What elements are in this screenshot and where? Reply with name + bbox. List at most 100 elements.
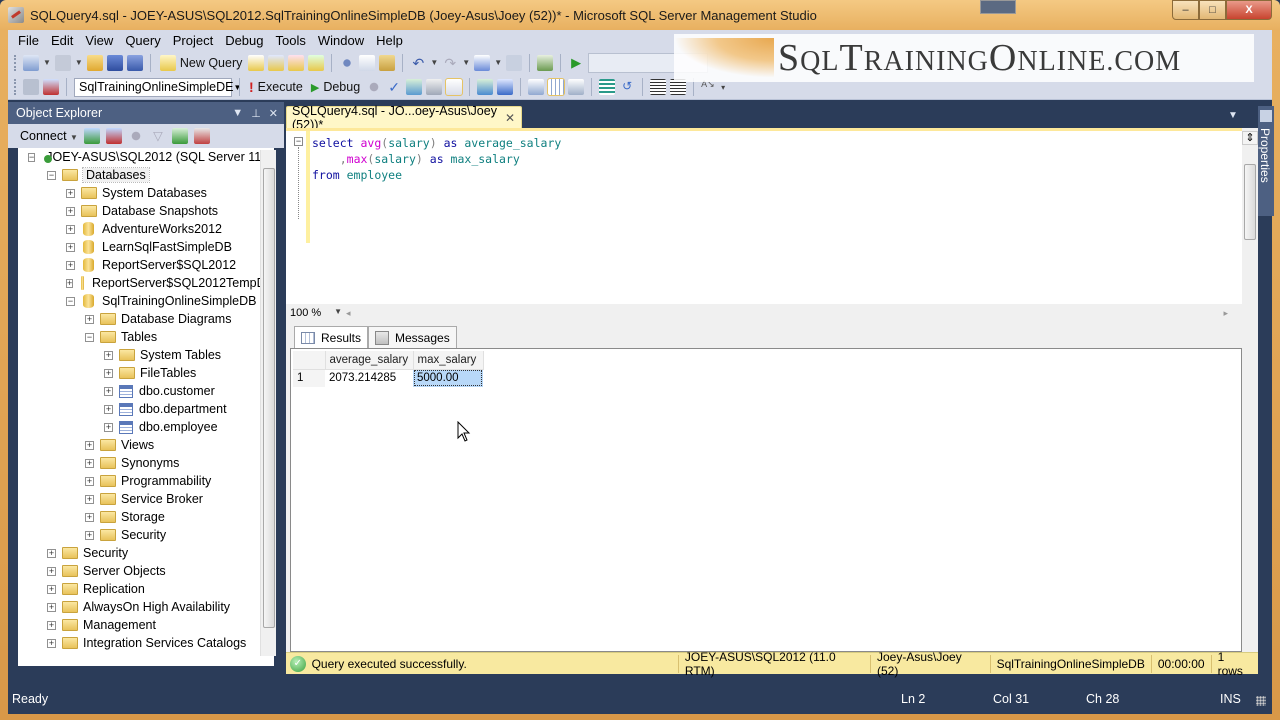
- query-designer-icon[interactable]: [426, 79, 443, 95]
- resize-grip-icon[interactable]: [1256, 696, 1266, 706]
- xmla-query-icon[interactable]: [308, 54, 325, 71]
- expand-icon[interactable]: +: [47, 584, 56, 594]
- menu-project[interactable]: Project: [167, 33, 219, 48]
- expand-icon[interactable]: +: [66, 260, 75, 270]
- new-query-button[interactable]: New Query: [158, 54, 245, 71]
- tree-vertical-scrollbar[interactable]: [260, 150, 276, 656]
- disconnect-icon[interactable]: [43, 79, 59, 95]
- tree-node[interactable]: + Integration Services Catalogs: [18, 634, 274, 652]
- row-number[interactable]: 1: [293, 369, 325, 387]
- new-project-icon[interactable]: [23, 54, 39, 71]
- tree-node[interactable]: + Security: [18, 526, 274, 544]
- chevron-down-icon[interactable]: ▼: [462, 58, 470, 67]
- expand-icon[interactable]: +: [66, 224, 75, 234]
- navigate-forward-icon[interactable]: [506, 54, 523, 71]
- toolbar-grip[interactable]: [14, 54, 17, 71]
- expand-icon[interactable]: +: [104, 404, 113, 414]
- save-icon[interactable]: [106, 54, 123, 71]
- start-debug-icon[interactable]: ▶: [568, 55, 584, 71]
- tree-node[interactable]: + Programmability: [18, 472, 274, 490]
- grid-cell[interactable]: 5000.00: [413, 369, 483, 387]
- collapse-icon[interactable]: −: [85, 332, 94, 342]
- expand-icon[interactable]: +: [104, 422, 113, 432]
- expand-icon[interactable]: +: [104, 350, 113, 360]
- column-header[interactable]: max_salary: [413, 351, 484, 370]
- menu-window[interactable]: Window: [312, 33, 370, 48]
- tree-node[interactable]: + ReportServer$SQL2012TempDB: [18, 274, 274, 292]
- activity-monitor-icon[interactable]: [537, 54, 554, 71]
- expand-icon[interactable]: +: [85, 530, 94, 540]
- copy-icon[interactable]: [359, 54, 376, 71]
- minimize-button[interactable]: –: [1172, 0, 1199, 20]
- expand-icon[interactable]: +: [47, 548, 56, 558]
- scrollbar-thumb[interactable]: [263, 168, 275, 628]
- maximize-button[interactable]: □: [1199, 0, 1226, 20]
- paste-icon[interactable]: [379, 54, 396, 71]
- expand-icon[interactable]: +: [85, 458, 94, 468]
- mdx-query-icon[interactable]: [268, 54, 285, 71]
- tree-node[interactable]: + System Tables: [18, 346, 274, 364]
- scrollbar-thumb[interactable]: [1244, 164, 1256, 240]
- menu-help[interactable]: Help: [370, 33, 409, 48]
- expand-icon[interactable]: +: [47, 602, 56, 612]
- connect-dropdown-button[interactable]: Connect ▼: [20, 129, 78, 143]
- tree-node[interactable]: + Database Diagrams: [18, 310, 274, 328]
- expand-icon[interactable]: +: [85, 440, 94, 450]
- document-tab-sqlquery4[interactable]: SQLQuery4.sql - JO...oey-Asus\Joey (52))…: [286, 104, 522, 132]
- tree-node[interactable]: − Databases: [18, 166, 274, 184]
- tree-node[interactable]: + Management: [18, 616, 274, 634]
- tree-node[interactable]: + Storage: [18, 508, 274, 526]
- filter-icon[interactable]: ▽: [150, 128, 166, 144]
- tree-node[interactable]: + dbo.employee: [18, 418, 274, 436]
- tree-node[interactable]: − JOEY-ASUS\SQL2012 (SQL Server 11.0.2: [18, 148, 274, 166]
- refresh-icon[interactable]: [171, 128, 188, 144]
- tree-node[interactable]: + ReportServer$SQL2012: [18, 256, 274, 274]
- tree-node[interactable]: + Replication: [18, 580, 274, 598]
- expand-icon[interactable]: +: [85, 476, 94, 486]
- chevron-down-icon[interactable]: ▼: [75, 58, 83, 67]
- tree-node[interactable]: + FileTables: [18, 364, 274, 382]
- menu-edit[interactable]: Edit: [45, 33, 79, 48]
- menu-query[interactable]: Query: [119, 33, 166, 48]
- execute-button[interactable]: ! Execute: [247, 79, 305, 95]
- grid-cell[interactable]: 2073.214285: [325, 369, 413, 387]
- tree-node[interactable]: + AdventureWorks2012: [18, 220, 274, 238]
- tree-node[interactable]: + System Databases: [18, 184, 274, 202]
- close-icon[interactable]: ✕: [269, 107, 278, 120]
- disconnect-icon[interactable]: [105, 128, 122, 144]
- collapse-region-icon[interactable]: −: [294, 137, 303, 146]
- collapse-icon[interactable]: −: [47, 170, 56, 180]
- available-databases-select[interactable]: SqlTrainingOnlineSimpleDE ▼: [74, 77, 241, 97]
- chevron-down-icon[interactable]: ▼: [43, 58, 51, 67]
- close-tab-icon[interactable]: ✕: [505, 111, 521, 125]
- expand-icon[interactable]: +: [66, 206, 75, 216]
- sql-code[interactable]: select avg(salary) as average_salary ,ma…: [312, 135, 561, 183]
- cancel-query-icon[interactable]: [366, 79, 383, 95]
- tree-node[interactable]: + Database Snapshots: [18, 202, 274, 220]
- undo-icon[interactable]: ↶: [410, 55, 426, 71]
- tab-messages[interactable]: Messages: [368, 326, 457, 348]
- query-editor[interactable]: − select avg(salary) as average_salary ,…: [286, 128, 1242, 304]
- connect-icon[interactable]: [23, 79, 39, 95]
- expand-icon[interactable]: +: [85, 314, 94, 324]
- tree-node[interactable]: + Security: [18, 544, 274, 562]
- close-button[interactable]: X: [1226, 0, 1272, 20]
- add-item-icon[interactable]: [54, 54, 71, 71]
- active-files-dropdown-icon[interactable]: ▼: [1228, 110, 1238, 121]
- menu-file[interactable]: File: [12, 33, 45, 48]
- menu-debug[interactable]: Debug: [219, 33, 269, 48]
- expand-icon[interactable]: +: [66, 278, 74, 288]
- navigate-backward-icon[interactable]: [474, 54, 491, 71]
- comment-lines-icon[interactable]: [599, 79, 616, 95]
- tree-node[interactable]: + Server Objects: [18, 562, 274, 580]
- stop-icon[interactable]: [127, 128, 144, 144]
- display-estimated-plan-icon[interactable]: [406, 79, 423, 95]
- uncomment-lines-icon[interactable]: ↺: [619, 79, 635, 95]
- dmx-query-icon[interactable]: [288, 54, 305, 71]
- tree-node[interactable]: + Service Broker: [18, 490, 274, 508]
- database-engine-query-icon[interactable]: [248, 54, 265, 71]
- scroll-right-icon[interactable]: ▸: [1223, 308, 1228, 319]
- expand-icon[interactable]: +: [85, 494, 94, 504]
- collapse-icon[interactable]: −: [28, 152, 36, 162]
- zoom-level-select[interactable]: 100 % ▼: [290, 307, 346, 319]
